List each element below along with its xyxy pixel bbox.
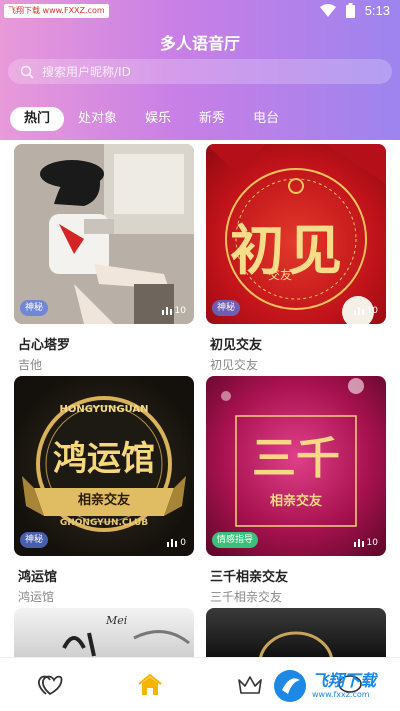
room-tag-badge: 情感指导 bbox=[212, 532, 259, 548]
audio-wave-icon bbox=[167, 539, 178, 547]
category-tabs: 热门 处对象 娱乐 新秀 电台 bbox=[10, 107, 293, 131]
listener-count: 0 bbox=[167, 538, 186, 548]
room-tag-badge: 神秘 bbox=[20, 300, 49, 316]
cover-art-main: 三千 bbox=[252, 433, 340, 484]
room-card[interactable]: 神秘 10 占心塔罗 吉他 bbox=[14, 144, 194, 372]
room-subtitle: 鸿运馆 bbox=[18, 590, 55, 604]
audio-wave-icon bbox=[353, 307, 364, 315]
audio-wave-icon bbox=[161, 307, 172, 315]
nav-ranking[interactable] bbox=[230, 665, 270, 705]
cover-art-sub: 相亲交友 bbox=[77, 493, 130, 508]
wifi-icon bbox=[319, 3, 336, 17]
cover-art bbox=[258, 631, 334, 658]
tab-hot[interactable]: 热门 bbox=[10, 107, 65, 131]
watermark-label: 飞翔下载 www.FXXZ.com bbox=[4, 4, 109, 18]
watermark-logo: 飞翔下载 www.fxxz.com bbox=[272, 664, 396, 708]
search-icon bbox=[20, 65, 34, 79]
room-card-partial[interactable] bbox=[206, 608, 386, 658]
status-bar: 飞翔下载 www.FXXZ.com 5:13 bbox=[0, 0, 400, 24]
home-icon bbox=[138, 673, 162, 695]
room-subtitle: 吉他 bbox=[18, 358, 43, 372]
listener-number: 10 bbox=[174, 306, 186, 316]
room-card-partial[interactable]: Mei bbox=[14, 608, 194, 658]
room-card[interactable]: 初见 交友 神秘 10 初见交友 初见交友 bbox=[206, 144, 386, 372]
tab-newcomers[interactable]: 新秀 bbox=[185, 107, 239, 131]
cover-art-url: GHONGYUN.CLUB bbox=[59, 518, 149, 528]
room-cover: HONGYUNGUAN 鸿运馆 相亲交友 GHONGYUN.CLUB 神秘 0 bbox=[14, 376, 194, 556]
logo-icon bbox=[274, 670, 306, 702]
room-subtitle: 初见交友 bbox=[210, 358, 259, 372]
room-tag-badge: 神秘 bbox=[20, 532, 49, 548]
room-cover: 初见 交友 神秘 10 bbox=[206, 144, 386, 324]
battery-icon bbox=[345, 3, 355, 18]
tab-dating[interactable]: 处对象 bbox=[64, 107, 131, 131]
watermark-title: 飞翔下载 bbox=[312, 671, 377, 690]
cover-photo bbox=[14, 144, 194, 324]
nav-heart[interactable] bbox=[30, 665, 70, 705]
search-input[interactable]: 搜索用户昵称/ID bbox=[8, 59, 392, 84]
room-card[interactable]: 三千 相亲交友 情感指导 10 三千相亲交友 三千相亲交友 bbox=[206, 376, 386, 604]
cover-art-subtext: 交友 bbox=[268, 268, 293, 282]
cover-art-main: 鸿运馆 bbox=[53, 439, 155, 479]
listener-count: 10 bbox=[353, 306, 378, 316]
audio-wave-icon bbox=[353, 539, 364, 547]
cover-art-sub: 相亲交友 bbox=[269, 494, 322, 509]
room-title: 三千相亲交友 bbox=[210, 570, 289, 585]
heart-icon bbox=[37, 675, 63, 695]
room-cover: 三千 相亲交友 情感指导 10 bbox=[206, 376, 386, 556]
listener-count: 10 bbox=[353, 538, 378, 548]
listener-number: 10 bbox=[366, 306, 378, 316]
room-title: 初见交友 bbox=[210, 338, 263, 353]
cover-art bbox=[62, 630, 190, 657]
room-title: 占心塔罗 bbox=[18, 338, 71, 353]
clock: 5:13 bbox=[364, 3, 390, 18]
header: 飞翔下载 www.FXXZ.com 5:13 多人语音厅 搜索用户昵称/ID 热… bbox=[0, 0, 400, 140]
room-tag-badge: 神秘 bbox=[212, 300, 241, 316]
tab-radio[interactable]: 电台 bbox=[239, 107, 293, 131]
cover-art-top: HONGYUNGUAN bbox=[59, 404, 149, 415]
crown-icon bbox=[238, 675, 262, 694]
listener-number: 0 bbox=[180, 538, 186, 548]
nav-home[interactable] bbox=[130, 665, 170, 705]
listener-count: 10 bbox=[161, 306, 186, 316]
room-card[interactable]: HONGYUNGUAN 鸿运馆 相亲交友 GHONGYUN.CLUB 神秘 0 … bbox=[14, 376, 194, 604]
room-title: 鸿运馆 bbox=[18, 570, 58, 585]
room-subtitle: 三千相亲交友 bbox=[210, 590, 283, 604]
search-placeholder: 搜索用户昵称/ID bbox=[42, 65, 131, 79]
page-title: 多人语音厅 bbox=[159, 34, 240, 53]
cover-art-text: Mei bbox=[106, 614, 128, 627]
watermark-url: www.fxxz.com bbox=[312, 690, 370, 699]
listener-number: 10 bbox=[366, 538, 378, 548]
tab-entertainment[interactable]: 娱乐 bbox=[131, 107, 185, 131]
room-cover: 神秘 10 bbox=[14, 144, 194, 324]
